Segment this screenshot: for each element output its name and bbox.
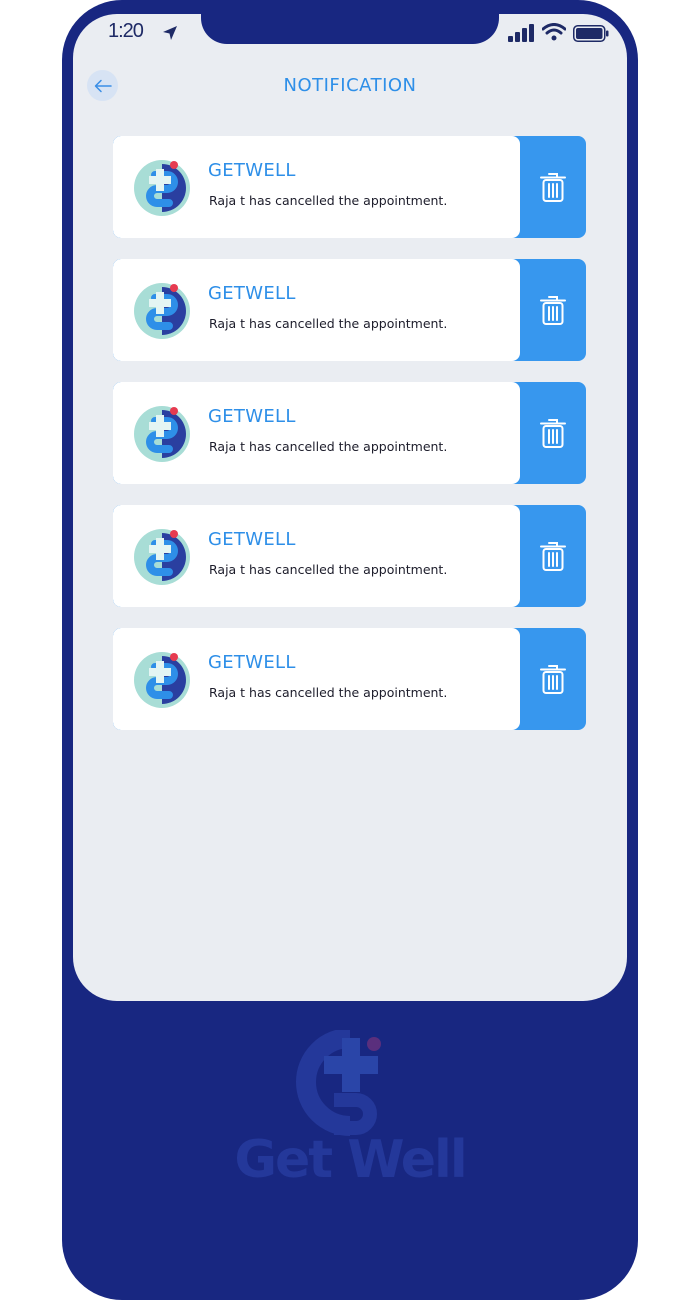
notification-message: Raja t has cancelled the appointment.	[209, 316, 448, 331]
getwell-logo-icon	[134, 529, 190, 585]
getwell-logo-icon	[134, 652, 190, 708]
wifi-icon	[542, 23, 566, 41]
notification-body[interactable]: GETWELL Raja t has cancelled the appoint…	[113, 259, 520, 361]
notch	[201, 0, 499, 44]
page-title: NOTIFICATION	[283, 75, 417, 96]
notification-body[interactable]: GETWELL Raja t has cancelled the appoint…	[113, 382, 520, 484]
delete-button[interactable]	[520, 382, 586, 484]
notification-card[interactable]: GETWELL Raja t has cancelled the appoint…	[113, 628, 586, 730]
battery-icon	[573, 25, 609, 42]
notification-card[interactable]: GETWELL Raja t has cancelled the appoint…	[113, 505, 586, 607]
getwell-logo-icon	[134, 160, 190, 216]
notification-body[interactable]: GETWELL Raja t has cancelled the appoint…	[113, 136, 520, 238]
getwell-logo-icon	[134, 406, 190, 462]
notification-body[interactable]: GETWELL Raja t has cancelled the appoint…	[113, 628, 520, 730]
signal-icon	[508, 24, 534, 42]
notification-body[interactable]: GETWELL Raja t has cancelled the appoint…	[113, 505, 520, 607]
location-arrow-icon	[163, 26, 177, 40]
notification-title: GETWELL	[208, 406, 296, 427]
delete-button[interactable]	[520, 259, 586, 361]
notification-card[interactable]: GETWELL Raja t has cancelled the appoint…	[113, 136, 586, 238]
trash-icon	[540, 665, 566, 694]
notification-title: GETWELL	[208, 283, 296, 304]
notification-title: GETWELL	[208, 160, 296, 181]
notification-message: Raja t has cancelled the appointment.	[209, 439, 448, 454]
back-button[interactable]	[87, 70, 118, 101]
status-time: 1:20	[108, 20, 144, 42]
notification-title: GETWELL	[208, 529, 296, 550]
delete-button[interactable]	[520, 136, 586, 238]
notification-message: Raja t has cancelled the appointment.	[209, 193, 448, 208]
notification-card[interactable]: GETWELL Raja t has cancelled the appoint…	[113, 259, 586, 361]
notification-message: Raja t has cancelled the appointment.	[209, 562, 448, 577]
trash-icon	[540, 542, 566, 571]
delete-button[interactable]	[520, 505, 586, 607]
trash-icon	[540, 173, 566, 202]
brand-name: Get Well	[234, 1130, 467, 1190]
delete-button[interactable]	[520, 628, 586, 730]
notification-title: GETWELL	[208, 652, 296, 673]
trash-icon	[540, 419, 566, 448]
getwell-logo-icon	[134, 283, 190, 339]
notification-message: Raja t has cancelled the appointment.	[209, 685, 448, 700]
trash-icon	[540, 296, 566, 325]
arrow-left-icon	[94, 79, 112, 92]
notification-card[interactable]: GETWELL Raja t has cancelled the appoint…	[113, 382, 586, 484]
